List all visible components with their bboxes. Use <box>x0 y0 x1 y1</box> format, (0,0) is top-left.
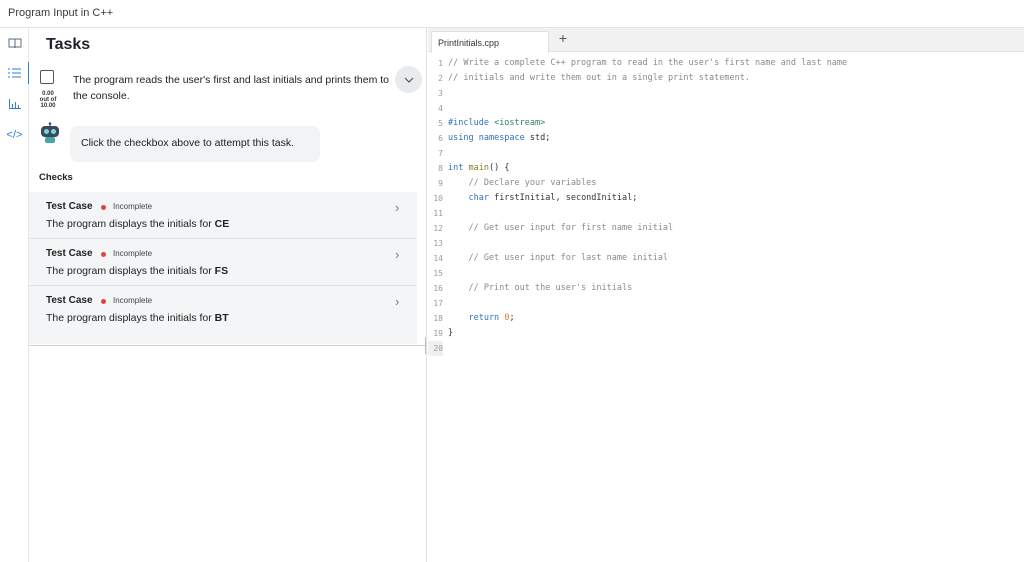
line-number: 12 <box>433 224 443 233</box>
line-number: 7 <box>438 149 443 158</box>
task-item: 0.00 out of 10.00 The program reads the … <box>29 64 427 112</box>
line-number: 6 <box>438 134 443 143</box>
line-number: 16 <box>433 284 443 293</box>
line-number-gutter: 1 2 3 4 5 6 7 8 9 10 11 12 13 14 15 16 1… <box>428 56 446 356</box>
test-case-text: The program displays the initials for <box>46 312 215 324</box>
tasks-title: Tasks <box>46 36 91 53</box>
robot-icon <box>39 122 61 144</box>
line-number: 20 <box>428 341 443 356</box>
editor-tab-bar: PrintInitials.cpp + <box>428 28 1024 53</box>
test-case-text: The program displays the initials for <box>46 265 215 277</box>
test-case-description: The program displays the initials for FS <box>46 265 228 277</box>
code-line: #include <iostream> <box>448 116 545 131</box>
code-line: } <box>448 328 454 338</box>
chart-icon[interactable] <box>0 93 29 115</box>
code-token: using <box>448 133 474 143</box>
line-number: 1 <box>438 59 443 68</box>
code-editor: PrintInitials.cpp + 1 2 3 4 5 6 7 8 9 10… <box>428 28 1024 562</box>
chevron-right-icon: › <box>395 200 400 215</box>
code-token: namespace <box>478 133 525 143</box>
status-dot <box>101 299 106 304</box>
book-icon[interactable] <box>0 32 29 54</box>
test-case-description: The program displays the initials for BT <box>46 312 229 324</box>
code-line: using namespace std; <box>448 131 550 146</box>
code-line: // Get user input for last name initial <box>448 253 669 263</box>
score-total: 10.00 <box>40 103 56 109</box>
code-token: char <box>448 193 489 203</box>
test-case-initials: BT <box>214 312 229 324</box>
line-number: 8 <box>438 164 443 173</box>
line-number: 14 <box>433 254 443 263</box>
window-title: Program Input in C++ <box>8 7 114 19</box>
line-number: 11 <box>433 209 443 218</box>
test-case-row[interactable]: Test Case Incomplete The program display… <box>29 239 417 286</box>
code-token: int <box>448 163 464 173</box>
line-number: 3 <box>438 89 443 98</box>
list-icon[interactable] <box>0 62 30 84</box>
chevron-right-icon: › <box>395 247 400 262</box>
task-score: 0.00 out of 10.00 <box>36 91 60 109</box>
test-case-label: Test Case <box>46 295 93 306</box>
line-number: 4 <box>438 104 443 113</box>
expand-task-button[interactable] <box>395 66 422 93</box>
code-token: () { <box>488 163 510 173</box>
tab-printinitials[interactable]: PrintInitials.cpp <box>431 31 549 53</box>
test-case-initials: FS <box>214 265 229 277</box>
title-bar: Program Input in C++ <box>0 0 1024 28</box>
test-case-label: Test Case <box>46 201 93 212</box>
line-number: 17 <box>433 299 443 308</box>
code-token: #include <box>448 118 489 128</box>
test-case-text: The program displays the initials for <box>46 218 215 230</box>
line-number: 19 <box>433 329 443 338</box>
left-rail: </> <box>0 28 30 562</box>
test-case-row[interactable]: Test Case Incomplete The program display… <box>29 286 417 333</box>
code-line: // Declare your variables <box>448 178 597 188</box>
code-line: // Write a complete C++ program to read … <box>448 58 848 68</box>
status-badge: Incomplete <box>113 296 153 305</box>
line-number: 10 <box>433 194 443 203</box>
code-line: return 0; <box>448 311 515 326</box>
task-description: The program reads the user's first and l… <box>73 74 389 102</box>
chevron-right-icon: › <box>395 294 400 309</box>
test-case-label: Test Case <box>46 248 93 259</box>
status-badge: Incomplete <box>113 249 153 258</box>
hint-bubble: Click the checkbox above to attempt this… <box>70 126 320 162</box>
line-number: 15 <box>433 269 443 278</box>
code-line: int main() { <box>448 161 509 176</box>
test-case-description: The program displays the initials for CE <box>46 218 229 230</box>
code-token: firstInitial, secondInitial; <box>488 193 638 203</box>
code-line: // Print out the user's initials <box>448 283 633 293</box>
chevron-down-icon <box>404 77 413 83</box>
code-token: ; <box>509 313 515 323</box>
line-number: 13 <box>433 239 443 248</box>
code-line: // Get user input for first name initial <box>448 223 674 233</box>
code-token: std; <box>524 133 551 143</box>
checks-heading: Checks <box>39 172 73 183</box>
panel-divider <box>29 345 427 346</box>
test-case-initials: CE <box>214 218 230 230</box>
status-dot <box>101 252 106 257</box>
status-badge: Incomplete <box>113 202 153 211</box>
add-tab-button[interactable]: + <box>555 30 571 50</box>
code-token: return <box>448 313 500 323</box>
checks-list: Test Case Incomplete The program display… <box>29 192 417 344</box>
line-number: 5 <box>438 119 443 128</box>
line-number: 2 <box>438 74 443 83</box>
code-area[interactable]: // Write a complete C++ program to read … <box>448 56 1018 356</box>
test-case-row[interactable]: Test Case Incomplete The program display… <box>29 192 417 239</box>
code-line: char firstInitial, secondInitial; <box>448 191 637 206</box>
line-number: 9 <box>438 179 443 188</box>
status-dot <box>101 205 106 210</box>
task-checkbox[interactable] <box>40 70 54 84</box>
code-token: main <box>468 163 489 173</box>
code-icon[interactable]: </> <box>0 124 29 146</box>
tasks-panel: Tasks 0.00 out of 10.00 The program read… <box>29 28 427 562</box>
code-token: <iostream> <box>488 118 546 128</box>
code-line: // initials and write them out in a sing… <box>448 73 750 83</box>
line-number: 18 <box>433 314 443 323</box>
